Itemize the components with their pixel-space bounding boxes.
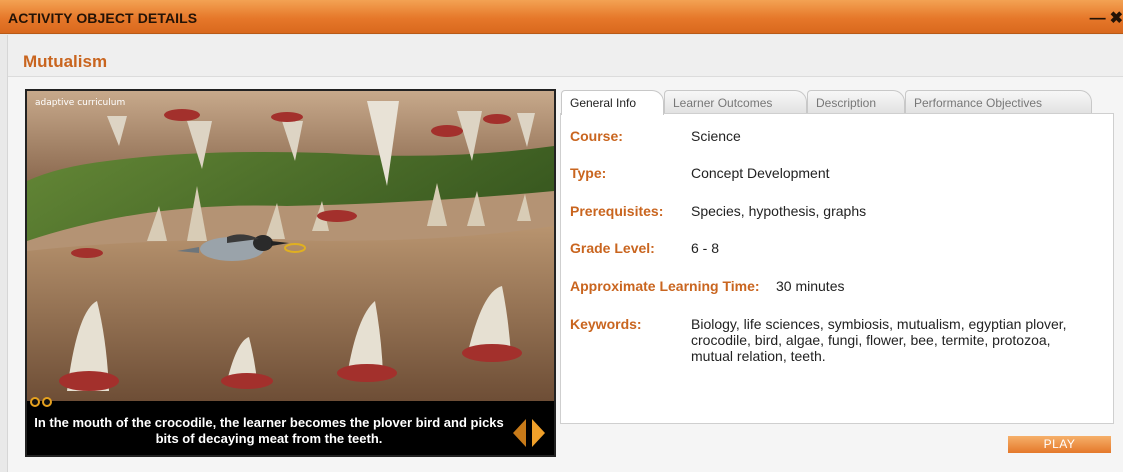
minimize-icon[interactable]: — (1090, 10, 1106, 28)
type-label: Type: (570, 165, 607, 181)
course-value: Science (691, 128, 741, 144)
title-bar: ACTIVITY OBJECT DETAILS — ✖ (0, 0, 1123, 34)
prev-arrow-icon[interactable] (513, 419, 526, 447)
tab-general-info[interactable]: General Info (561, 90, 664, 115)
next-arrow-icon[interactable] (532, 419, 545, 447)
keywords-label: Keywords: (570, 316, 642, 332)
window-title: ACTIVITY OBJECT DETAILS (8, 10, 198, 26)
video-frame: adaptive curriculum (27, 91, 554, 401)
course-label: Course: (570, 128, 623, 144)
crocodile-mouth-image (27, 91, 554, 401)
tab-performance-objectives[interactable]: Performance Objectives (905, 90, 1092, 114)
prerequisites-label: Prerequisites: (570, 203, 664, 219)
video-player[interactable]: adaptive curriculum In the mouth of the … (25, 89, 556, 457)
grade-level-value: 6 - 8 (691, 240, 720, 256)
tab-description[interactable]: Description (807, 90, 905, 114)
window-controls: — ✖ (1086, 8, 1123, 28)
replay-icon[interactable] (42, 397, 52, 407)
grade-level-label: Grade Level: (570, 240, 655, 256)
pause-icon[interactable] (30, 397, 40, 407)
publisher-logo: adaptive curriculum (35, 98, 126, 108)
video-caption: In the mouth of the crocodile, the learn… (34, 415, 504, 446)
general-info-panel: Course: Science Type: Concept Developmen… (560, 113, 1114, 424)
play-button[interactable]: PLAY (1008, 436, 1111, 453)
activity-header: Mutualism (8, 35, 1123, 77)
caption-nav (513, 419, 549, 447)
learning-time-value: 30 minutes (776, 278, 845, 294)
close-icon[interactable]: ✖ (1110, 8, 1123, 28)
prerequisites-value: Species, hypothesis, graphs (691, 203, 867, 219)
keywords-value: Biology, life sciences, symbiosis, mutua… (691, 316, 1067, 364)
activity-title: Mutualism (23, 52, 108, 71)
tab-learner-outcomes[interactable]: Learner Outcomes (664, 90, 807, 114)
type-value: Concept Development (691, 165, 830, 181)
learning-time-label: Approximate Learning Time: (570, 278, 760, 294)
details-panel: Mutualism adaptive curriculum In the mou… (7, 35, 1123, 472)
